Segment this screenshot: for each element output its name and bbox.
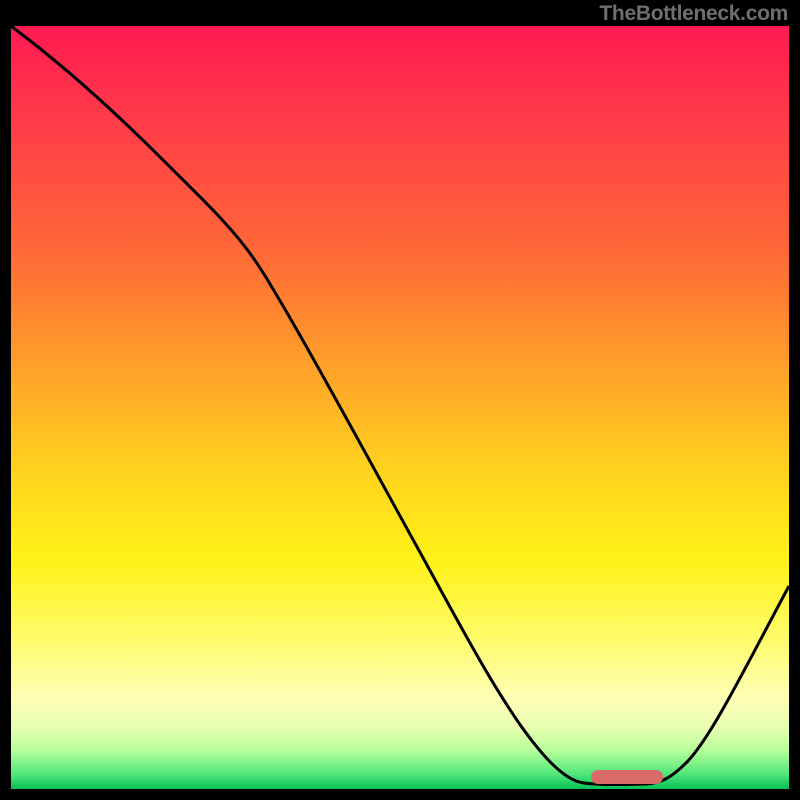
optimal-range-marker bbox=[591, 770, 663, 784]
curve-path bbox=[11, 26, 789, 785]
bottleneck-curve bbox=[11, 26, 789, 789]
watermark-text: TheBottleneck.com bbox=[599, 2, 788, 26]
chart-frame bbox=[11, 26, 789, 789]
